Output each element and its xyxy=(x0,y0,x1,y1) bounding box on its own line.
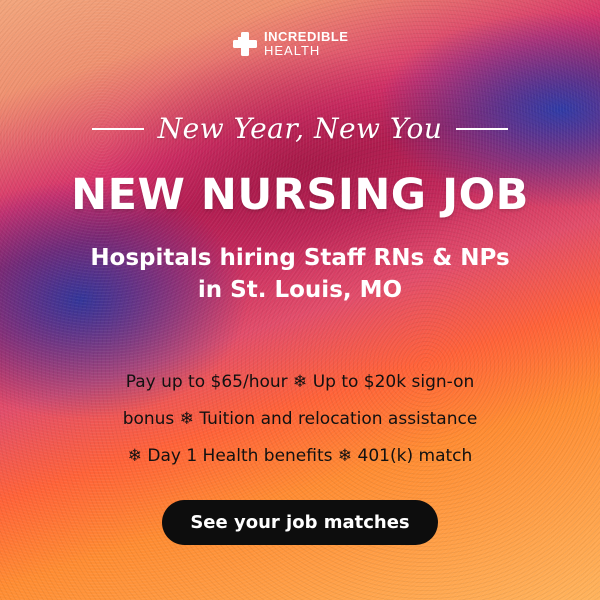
brand-name-line1: INCREDIBLE xyxy=(264,29,349,44)
divider-left xyxy=(91,127,144,130)
headline: NEW NURSING JOB xyxy=(71,170,529,220)
brand-name: INCREDIBLE HEALTH xyxy=(264,30,348,57)
tagline: New Year, New You xyxy=(157,112,443,145)
tagline-row: New Year, New You xyxy=(0,112,600,145)
subheadline-line1: Hospitals hiring Staff RNs & NPs xyxy=(90,245,510,271)
subheadline: Hospitals hiring Staff RNs & NPs in St. … xyxy=(0,242,600,306)
see-job-matches-button[interactable]: See your job matches xyxy=(162,500,438,545)
job-ad-banner: INCREDIBLE HEALTH New Year, New You NEW … xyxy=(0,0,600,600)
benefits-line2: bonus ❄ Tuition and relocation assistanc… xyxy=(122,409,478,429)
brand-name-line2: HEALTH xyxy=(264,43,321,58)
benefits-line3: ❄ Day 1 Health benefits ❄ 401(k) match xyxy=(127,446,473,466)
divider-right xyxy=(456,127,509,130)
benefits-list: Pay up to $65/hour ❄ Up to $20k sign-on … xyxy=(0,364,600,475)
subheadline-line2: in St. Louis, MO xyxy=(197,277,403,303)
benefits-line1: Pay up to $65/hour ❄ Up to $20k sign-on xyxy=(125,372,475,392)
brand-logo: INCREDIBLE HEALTH xyxy=(232,30,348,57)
medical-cross-icon xyxy=(233,31,257,56)
